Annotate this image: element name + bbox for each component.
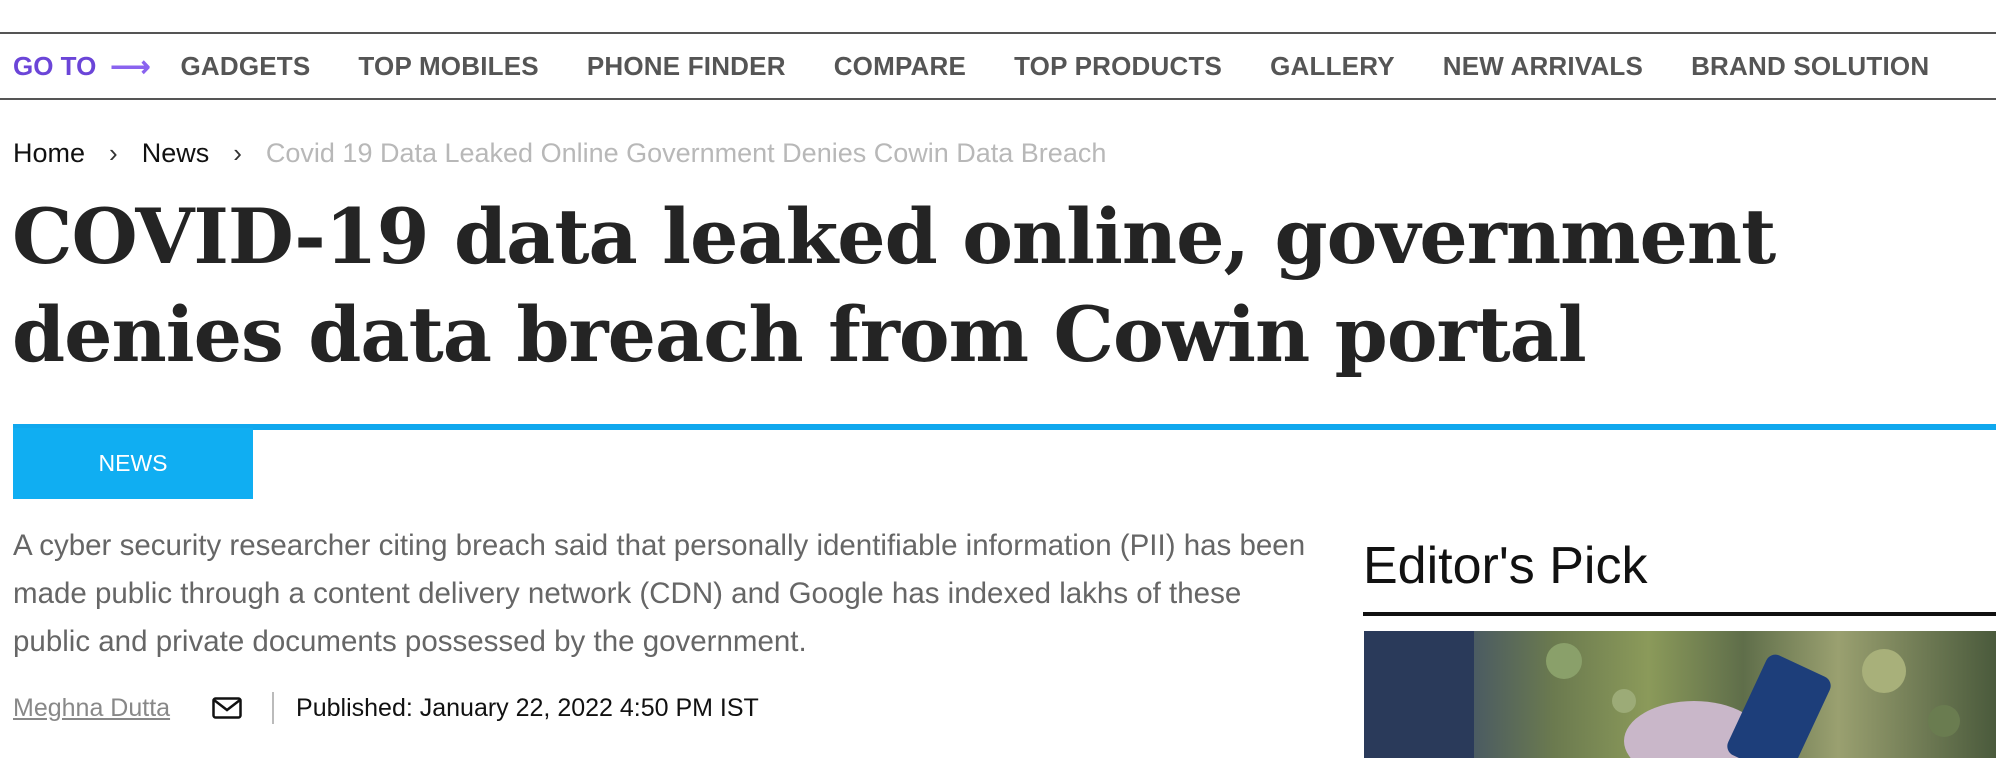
breadcrumb-home[interactable]: Home <box>13 138 85 169</box>
article-headline: COVID-19 data leaked online, government … <box>12 192 1776 379</box>
nav-link-gallery[interactable]: GALLERY <box>1270 51 1395 82</box>
published-date: Published: January 22, 2022 4:50 PM IST <box>296 693 759 722</box>
meta-divider <box>272 692 275 724</box>
nav-links: GADGETS TOP MOBILES PHONE FINDER COMPARE… <box>180 51 1929 82</box>
nav-link-top-products[interactable]: TOP PRODUCTS <box>1014 51 1222 82</box>
category-divider <box>13 424 1996 430</box>
nav-link-gadgets[interactable]: GADGETS <box>180 51 310 82</box>
editors-pick-rule <box>1363 612 1996 616</box>
chevron-right-icon: › <box>109 138 118 168</box>
nav-link-compare[interactable]: COMPARE <box>834 51 966 82</box>
goto-text: GO TO <box>13 50 97 81</box>
breadcrumb: Home › News › Covid 19 Data Leaked Onlin… <box>13 138 1106 169</box>
nav-link-phone-finder[interactable]: PHONE FINDER <box>587 51 786 82</box>
editors-pick-image[interactable] <box>1364 631 1996 758</box>
nav-link-new-arrivals[interactable]: NEW ARRIVALS <box>1443 51 1643 82</box>
editors-pick-title: Editor's Pick <box>1363 537 1648 595</box>
mail-icon[interactable] <box>212 697 242 719</box>
author-link[interactable]: Meghna Dutta <box>13 694 170 723</box>
editors-pick-section: Editor's Pick <box>1363 536 1996 616</box>
breadcrumb-news[interactable]: News <box>142 138 210 169</box>
nav-link-top-mobiles[interactable]: TOP MOBILES <box>358 51 538 82</box>
top-navigation: GO TO ⟶ GADGETS TOP MOBILES PHONE FINDER… <box>0 32 1996 100</box>
article-summary: A cyber security researcher citing breac… <box>13 529 1306 658</box>
article-meta: Meghna Dutta Published: January 22, 2022… <box>13 692 759 724</box>
category-tag[interactable]: NEWS <box>13 428 253 499</box>
chevron-right-icon: › <box>233 138 242 168</box>
nav-link-brand-solution[interactable]: BRAND SOLUTION <box>1691 51 1929 82</box>
arrow-right-icon: ⟶ <box>110 50 151 82</box>
breadcrumb-current: Covid 19 Data Leaked Online Government D… <box>265 138 1107 168</box>
goto-label: GO TO ⟶ <box>13 50 150 83</box>
